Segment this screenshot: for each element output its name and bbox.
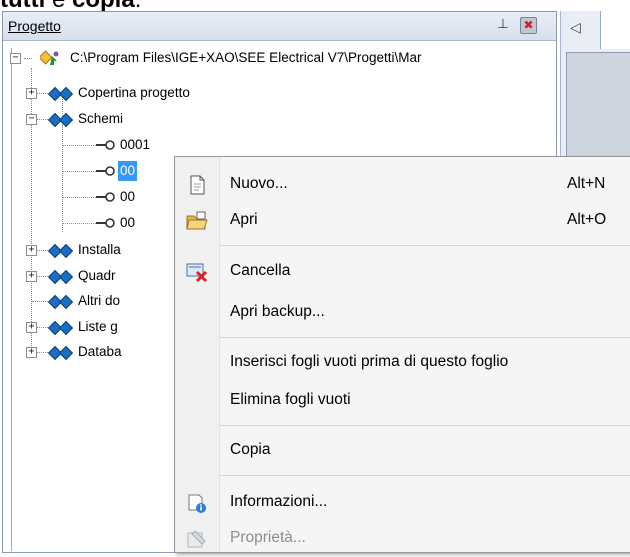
menu-item-elimina-fogli[interactable]: Elimina fogli vuoti (175, 383, 630, 419)
menu-item-inserisci-fogli[interactable]: Inserisci fogli vuoti prima di questo fo… (175, 345, 630, 381)
sheet-link-icon (96, 192, 115, 202)
properties-icon (187, 530, 206, 548)
tree-item-label: Liste g (78, 319, 118, 334)
expand-icon[interactable]: + (26, 271, 37, 282)
menu-item-shortcut: Alt+N (567, 175, 606, 192)
group-icon (47, 243, 74, 259)
menu-separator (219, 425, 630, 426)
group-icon (47, 320, 74, 336)
tree-item-label: 00 (120, 215, 136, 230)
tree-item-label: Schemi (78, 111, 124, 126)
scroll-left-icon[interactable]: ◁ (570, 20, 581, 36)
sheet-link-icon (96, 218, 115, 228)
collapse-icon[interactable]: − (26, 114, 37, 125)
menu-item-nuovo[interactable]: Nuovo... Alt+N (175, 167, 630, 203)
menu-item-informazioni[interactable]: Informazioni... (175, 485, 630, 521)
panel-title: Progetto (8, 18, 61, 34)
menu-item-proprieta[interactable]: Proprietà... (175, 521, 630, 557)
tree-item-label: 00 (120, 189, 136, 204)
panel-header: Progetto ⊥ ✖ (3, 12, 556, 41)
menu-item-label: Proprietà... (230, 529, 306, 546)
tree-root[interactable]: − C:\Program Files\IGE+XAO\SEE Electrica… (10, 48, 552, 68)
menu-item-label: Nuovo... (230, 175, 288, 192)
tree-item-label: 0001 (120, 137, 151, 152)
menu-item-label: Informazioni... (230, 493, 328, 510)
group-icon (47, 345, 74, 361)
menu-item-copia[interactable]: Copia (175, 433, 630, 469)
tree-item-label: Altri do (78, 293, 121, 308)
group-icon (47, 269, 74, 285)
collapse-icon[interactable]: − (10, 53, 21, 64)
expand-icon[interactable]: + (26, 322, 37, 333)
tree-item-sheet[interactable]: 0001 (12, 135, 212, 155)
document-tab[interactable] (600, 11, 630, 49)
menu-separator (219, 245, 630, 246)
tree-root-label: C:\Program Files\IGE+XAO\SEE Electrical … (70, 50, 422, 65)
expand-icon[interactable]: + (26, 88, 37, 99)
group-icon (47, 86, 74, 102)
close-icon[interactable]: ✖ (520, 17, 537, 34)
menu-item-apri-backup[interactable]: Apri backup... (175, 295, 630, 331)
expand-icon[interactable]: + (26, 245, 37, 256)
menu-item-apri[interactable]: Apri Alt+O (175, 203, 630, 239)
info-icon (188, 494, 206, 513)
menu-item-label: Inserisci fogli vuoti prima di questo fo… (230, 353, 509, 370)
menu-item-label: Copia (230, 441, 271, 458)
open-folder-icon (186, 211, 208, 230)
menu-separator (219, 475, 630, 476)
new-document-icon (190, 175, 205, 195)
tree-item-schemi[interactable]: − Schemi (12, 109, 312, 129)
expand-icon[interactable]: + (26, 347, 37, 358)
menu-item-label: Cancella (230, 262, 291, 279)
menu-item-shortcut: Alt+O (567, 211, 607, 228)
sheet-link-icon (96, 140, 115, 150)
context-menu: Nuovo... Alt+N Apri Alt+O Cancella Apri … (174, 156, 630, 553)
menu-item-label: Apri backup... (230, 303, 325, 320)
menu-item-label: Apri (230, 211, 258, 228)
group-icon (47, 294, 74, 310)
pin-icon[interactable]: ⊥ (495, 17, 511, 33)
tree-item-label: Copertina progetto (78, 85, 190, 100)
tree-item-label: Installa (78, 242, 121, 257)
group-icon (47, 112, 74, 128)
tree-item-label: Databa (78, 344, 122, 359)
tree-item-label: 00 (118, 161, 138, 181)
tree-item-label: Quadr (78, 268, 116, 283)
tree-item-copertina[interactable]: + Copertina progetto (12, 83, 312, 103)
project-icon (40, 50, 59, 65)
menu-item-cancella[interactable]: Cancella (175, 254, 630, 290)
menu-separator (219, 337, 630, 338)
delete-icon (186, 263, 208, 283)
sheet-link-icon (96, 166, 115, 176)
menu-item-label: Elimina fogli vuoti (230, 391, 351, 408)
